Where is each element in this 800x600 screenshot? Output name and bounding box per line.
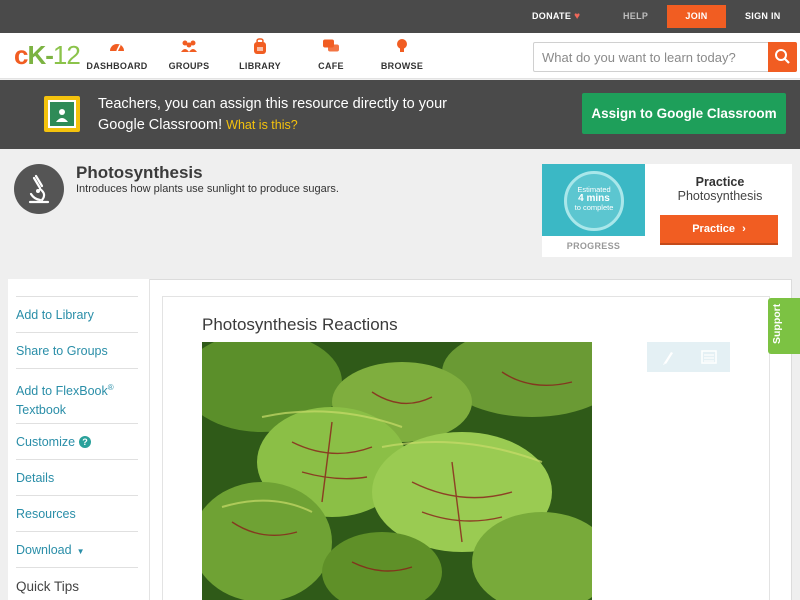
ck12-logo[interactable]: cK-12 (14, 40, 81, 71)
nav-browse[interactable]: BROWSE (367, 37, 437, 71)
lightbulb-icon (397, 39, 407, 52)
details-link[interactable]: Details (16, 459, 138, 488)
notes-button[interactable] (689, 342, 730, 372)
sidebar: Add to Library Share to Groups Add to Fl… (8, 279, 150, 600)
nav-cafe[interactable]: CAFE (296, 37, 366, 71)
progress-label: PROGRESS (566, 241, 621, 251)
chevron-right-icon: › (742, 223, 746, 235)
nav-groups[interactable]: GROUPS (154, 37, 224, 71)
practice-title: Practice (695, 175, 745, 189)
content-tools (647, 342, 730, 372)
speedometer-icon (110, 44, 124, 52)
top-utility-bar: DONATE ♥ HELP JOIN SIGN IN (0, 0, 800, 33)
support-tab[interactable]: Support (768, 298, 800, 354)
download-link[interactable]: Download ▼ (16, 531, 138, 561)
add-to-flexbook-link[interactable]: Add to FlexBook® Textbook (16, 368, 138, 420)
practice-subtitle: Photosynthesis (677, 189, 763, 203)
search-box (533, 42, 797, 72)
what-is-this-link[interactable]: What is this? (226, 118, 298, 132)
progress-graphic: Estimated 4 mins to complete (542, 164, 645, 236)
help-icon[interactable]: ? (79, 436, 92, 448)
estimate-text: Estimated 4 mins to complete (574, 185, 614, 212)
backpack-icon (254, 38, 266, 54)
sign-in-link[interactable]: SIGN IN (745, 0, 781, 33)
people-icon (181, 40, 197, 52)
nav-dashboard[interactable]: DASHBOARD (82, 37, 152, 71)
practice-button[interactable]: Practice › (660, 215, 778, 245)
main-header: cK-12 DASHBOARD GROUPS LIBRARY CAFE BROW… (0, 33, 800, 79)
concept-description: Introduces how plants use sunlight to pr… (76, 183, 339, 195)
search-input[interactable] (542, 48, 767, 66)
assign-google-classroom-button[interactable]: Assign to Google Classroom (582, 93, 786, 134)
google-classroom-icon (44, 96, 80, 132)
share-to-groups-link[interactable]: Share to Groups (16, 332, 138, 361)
chat-bubbles-icon (323, 39, 339, 52)
donate-link[interactable]: DONATE ♥ (532, 0, 580, 33)
concept-title: Photosynthesis (76, 163, 203, 182)
quick-tips-link[interactable]: Quick Tips (16, 567, 138, 596)
help-link[interactable]: HELP (623, 0, 648, 33)
add-to-library-link[interactable]: Add to Library (16, 296, 138, 325)
microscope-icon (14, 164, 64, 214)
annotate-button[interactable] (647, 342, 688, 372)
customize-link[interactable]: Customize? (16, 423, 138, 452)
lesson-title: Photosynthesis Reactions (202, 315, 398, 334)
search-button[interactable] (768, 42, 797, 72)
heart-icon: ♥ (574, 11, 581, 22)
resources-link[interactable]: Resources (16, 495, 138, 524)
caret-down-icon: ▼ (76, 547, 85, 556)
practice-card: Estimated 4 mins to complete PROGRESS Pr… (542, 164, 792, 257)
notes-icon (701, 350, 717, 364)
pencil-icon (663, 352, 673, 365)
nav-library[interactable]: LIBRARY (225, 37, 295, 71)
pitcher-plant-photo (202, 342, 592, 600)
join-button[interactable]: JOIN (667, 5, 726, 28)
search-icon (775, 49, 790, 64)
banner-message: Teachers, you can assign this resource d… (98, 96, 447, 133)
